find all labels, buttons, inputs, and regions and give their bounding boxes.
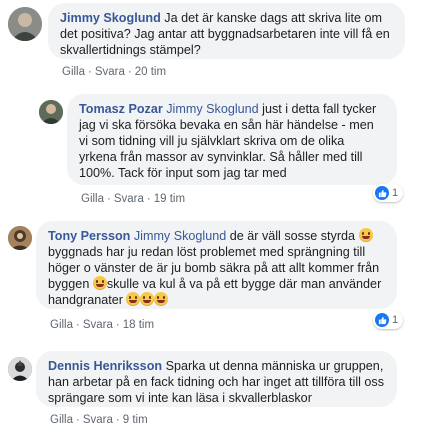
- comment-actions: Gilla · Svara · 18 tim: [50, 319, 155, 331]
- reaction-count: 1: [392, 314, 399, 326]
- comment-author[interactable]: Tony Persson: [48, 229, 130, 243]
- avatar[interactable]: [8, 357, 32, 381]
- comment-actions: Gilla · Svara · 9 tim: [50, 414, 148, 426]
- like-icon: [375, 186, 389, 200]
- grinning-face-icon: [358, 228, 373, 242]
- comment-author[interactable]: Tomasz Pozar: [79, 102, 163, 116]
- avatar[interactable]: [8, 226, 32, 250]
- comment-author[interactable]: Dennis Henriksson: [48, 359, 162, 373]
- reaction-badge[interactable]: 1: [373, 311, 404, 329]
- reply-button[interactable]: Svara: [114, 193, 144, 205]
- comment-actions: Gilla · Svara · 19 tim: [81, 193, 186, 205]
- comment-bubble: Tony Persson Jimmy Skoglund de är väll s…: [36, 221, 397, 309]
- comment-timestamp[interactable]: 9 tim: [123, 414, 148, 426]
- comment-author[interactable]: Jimmy Skoglund: [60, 11, 161, 25]
- like-icon: [375, 313, 389, 327]
- comment-timestamp[interactable]: 20 tim: [135, 66, 166, 78]
- like-button[interactable]: Gilla: [50, 414, 73, 426]
- comment-bubble: Tomasz Pozar Jimmy Skoglund just i detta…: [67, 94, 397, 185]
- comment-actions: Gilla · Svara · 20 tim: [62, 66, 167, 78]
- avatar[interactable]: [39, 100, 63, 124]
- grinning-face-icon: [140, 292, 155, 306]
- mention-link[interactable]: Jimmy Skoglund: [166, 102, 258, 116]
- like-button[interactable]: Gilla: [62, 66, 85, 78]
- mention-link[interactable]: Jimmy Skoglund: [134, 229, 226, 243]
- comment-bubble: Jimmy Skoglund Ja det är kanske dags att…: [48, 3, 405, 59]
- comment-bubble: Dennis Henriksson Sparka ut denna männis…: [36, 351, 397, 407]
- like-button[interactable]: Gilla: [81, 193, 104, 205]
- grinning-face-icon: [92, 276, 107, 290]
- grinning-face-icon: [126, 292, 141, 306]
- comment-text: de är väll sosse styrda: [229, 229, 356, 243]
- comment-timestamp[interactable]: 18 tim: [123, 319, 154, 331]
- reaction-badge[interactable]: 1: [373, 184, 404, 202]
- reply-button[interactable]: Svara: [83, 319, 113, 331]
- reaction-count: 1: [392, 187, 399, 199]
- grinning-face-icon: [154, 292, 169, 306]
- avatar[interactable]: [8, 7, 42, 41]
- reply-button[interactable]: Svara: [95, 66, 125, 78]
- comment-timestamp[interactable]: 19 tim: [154, 193, 185, 205]
- like-button[interactable]: Gilla: [50, 319, 73, 331]
- reply-button[interactable]: Svara: [83, 414, 113, 426]
